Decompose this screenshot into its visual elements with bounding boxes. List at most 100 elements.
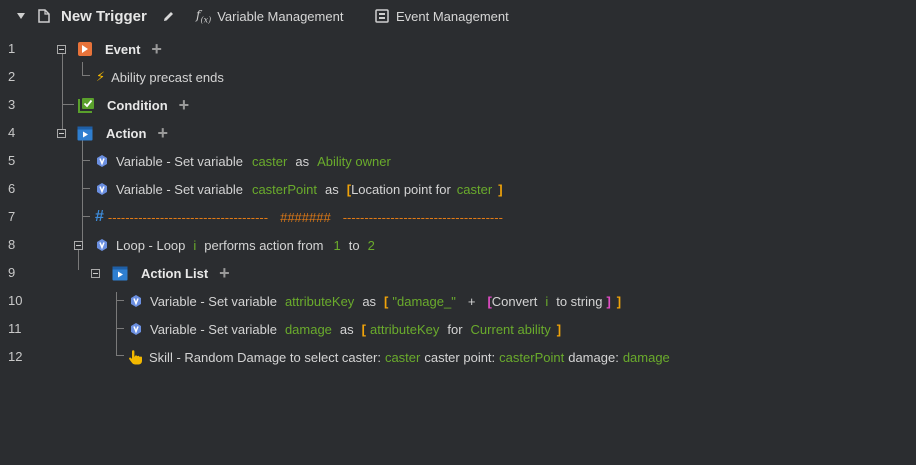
statement-prefix: Variable - Set variable: [116, 153, 243, 169]
event-management-label: Event Management: [396, 8, 509, 24]
argument-i[interactable]: i: [545, 294, 548, 309]
keyword-as: as: [362, 293, 377, 309]
line-number: 11: [8, 321, 22, 336]
action-label[interactable]: Action: [106, 126, 146, 141]
event-management-icon: [375, 9, 389, 23]
argument-caster[interactable]: caster: [385, 350, 420, 365]
variable-icon: [129, 294, 143, 308]
argument-caster[interactable]: caster: [457, 182, 492, 197]
operator-plus: +: [467, 293, 476, 309]
tree-row-set-caster[interactable]: 5 Variable - Set variable caster as Abil…: [0, 147, 916, 175]
line-number: 6: [8, 181, 16, 196]
line-number: 7: [8, 209, 16, 224]
add-icon[interactable]: +: [151, 40, 162, 58]
label-caster-point: caster point:: [424, 349, 496, 365]
collapse-arrow-icon[interactable]: [16, 0, 26, 32]
tree-row-event-item: 2 ⚡ Ability precast ends: [0, 63, 916, 91]
condition-label[interactable]: Condition: [107, 98, 168, 113]
line-number: 1: [8, 41, 16, 56]
argument-casterpoint[interactable]: casterPoint: [499, 350, 564, 365]
tree-row-set-caster-point[interactable]: 6 Variable - Set variable casterPoint as…: [0, 175, 916, 203]
argument-attributekey[interactable]: attributeKey: [370, 322, 439, 337]
keyword-as: as: [339, 321, 354, 337]
collapse-toggle[interactable]: [57, 128, 66, 138]
variable-damage[interactable]: damage: [285, 322, 332, 337]
variable-icon: [95, 182, 109, 196]
tree-row-loop[interactable]: 8 Loop - Loop i performs action from 1 t…: [0, 231, 916, 259]
variable-caster[interactable]: caster: [252, 154, 287, 169]
bracket-close: ]: [616, 293, 622, 309]
keyword-as: as: [295, 153, 310, 169]
statement-prefix: Variable - Set variable: [150, 321, 277, 337]
event-management-button[interactable]: Event Management: [375, 0, 509, 32]
action-list-label[interactable]: Action List: [141, 266, 208, 281]
comment-hashes: #######: [280, 209, 331, 225]
value-ability-owner[interactable]: Ability owner: [317, 154, 391, 169]
comment-dashes-right: -------------------------------------: [342, 209, 503, 225]
tree-row-event: 1 Event +: [0, 35, 916, 63]
bracket-close-inner: ]: [606, 293, 611, 309]
keyword-as: as: [324, 181, 339, 197]
bracket-close: ]: [556, 321, 562, 337]
loop-icon: [95, 238, 109, 252]
add-icon[interactable]: +: [179, 96, 190, 114]
statement-prefix: Variable - Set variable: [116, 181, 243, 197]
line-number: 4: [8, 125, 16, 140]
variable-icon: [95, 154, 109, 168]
variable-icon: [129, 322, 143, 336]
variable-management-button[interactable]: f(x) Variable Management: [196, 0, 343, 32]
collapse-toggle[interactable]: [57, 44, 66, 54]
line-number: 2: [8, 69, 16, 84]
event-ability-precast-ends[interactable]: Ability precast ends: [111, 70, 224, 85]
argument-damage[interactable]: damage: [623, 350, 670, 365]
line-number: 10: [8, 293, 23, 308]
document-icon: [38, 0, 50, 32]
statement-prefix: Skill - Random Damage to select caster:: [149, 349, 381, 365]
action-icon: [77, 126, 93, 141]
edit-icon[interactable]: [162, 0, 175, 32]
loop-from-value[interactable]: 1: [334, 238, 341, 253]
string-damage[interactable]: "damage_": [392, 294, 455, 309]
comment-dashes-left: -------------------------------------: [107, 209, 269, 225]
bracket-open: [: [361, 321, 366, 337]
function-convert[interactable]: Convert: [492, 294, 538, 309]
function-location-point-for[interactable]: Location point for: [351, 182, 451, 197]
add-icon[interactable]: +: [157, 124, 168, 142]
function-icon: f(x): [196, 7, 212, 25]
label-damage: damage:: [568, 349, 619, 365]
line-number: 9: [8, 265, 16, 280]
add-icon[interactable]: +: [219, 264, 230, 282]
line-number: 5: [8, 153, 16, 168]
bracket-close: ]: [498, 181, 503, 197]
tree-row-set-damage[interactable]: 11 Variable - Set variable damage as [ a…: [0, 315, 916, 343]
line-number: 12: [8, 349, 23, 364]
event-label[interactable]: Event: [105, 42, 140, 57]
trigger-title[interactable]: New Trigger: [61, 0, 147, 32]
skill-hand-icon: [128, 349, 143, 365]
function-to-string: to string: [556, 293, 603, 309]
condition-icon: [78, 97, 95, 113]
collapse-toggle[interactable]: [74, 240, 83, 250]
bracket-open: [: [384, 293, 389, 309]
comment-hash-icon: #: [95, 208, 104, 225]
value-current-ability[interactable]: Current ability: [471, 322, 551, 337]
line-number: 3: [8, 97, 16, 112]
variable-management-label: Variable Management: [217, 8, 344, 24]
tree-row-comment[interactable]: 7 # ------------------------------------…: [0, 203, 916, 231]
keyword-for: for: [447, 321, 463, 337]
collapse-toggle[interactable]: [91, 268, 100, 278]
statement-prefix: Variable - Set variable: [150, 293, 277, 309]
loop-to-value[interactable]: 2: [368, 238, 375, 253]
loop-variable-i[interactable]: i: [193, 238, 196, 253]
loop-mid-text: performs action from: [204, 237, 324, 253]
trigger-toolbar: New Trigger f(x) Variable Management Eve…: [0, 0, 916, 32]
variable-casterpoint[interactable]: casterPoint: [252, 182, 317, 197]
event-icon: [77, 41, 93, 57]
lightning-icon: ⚡: [96, 69, 106, 84]
tree-row-set-attribute-key[interactable]: 10 Variable - Set variable attributeKey …: [0, 287, 916, 315]
keyword-to: to: [348, 237, 360, 253]
variable-attributekey[interactable]: attributeKey: [285, 294, 354, 309]
tree-row-random-damage[interactable]: 12 Skill - Random Damage to select caste…: [0, 343, 916, 371]
tree-row-action: 4 Action +: [0, 119, 916, 147]
statement-prefix: Loop - Loop: [116, 237, 186, 253]
